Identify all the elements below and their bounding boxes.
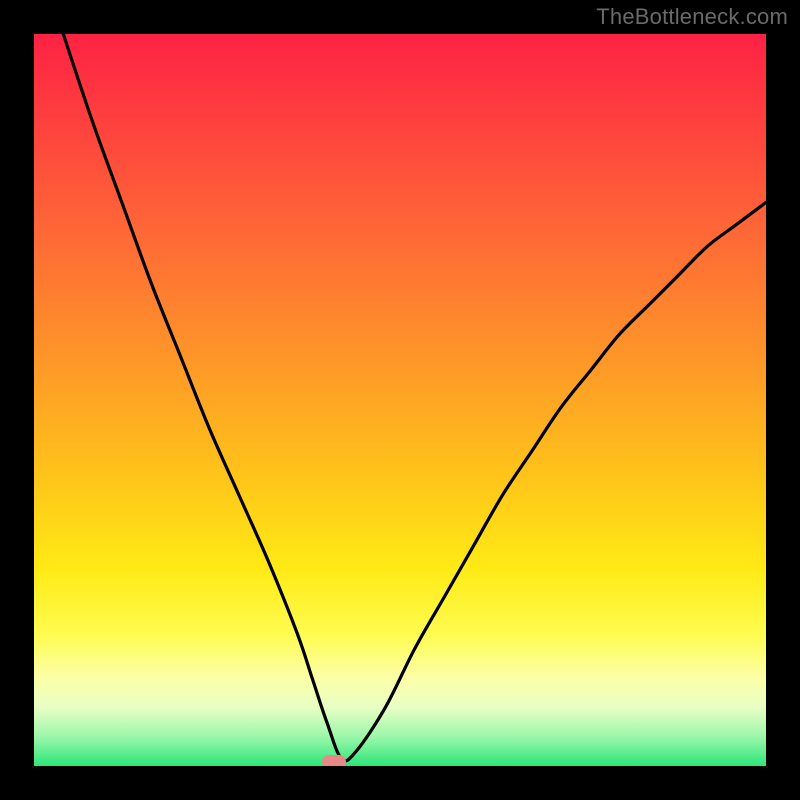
chart-container: TheBottleneck.com <box>0 0 800 800</box>
watermark-text: TheBottleneck.com <box>596 4 788 30</box>
bottleneck-curve <box>34 34 766 766</box>
minimum-marker <box>322 755 346 766</box>
plot-area <box>34 34 766 766</box>
